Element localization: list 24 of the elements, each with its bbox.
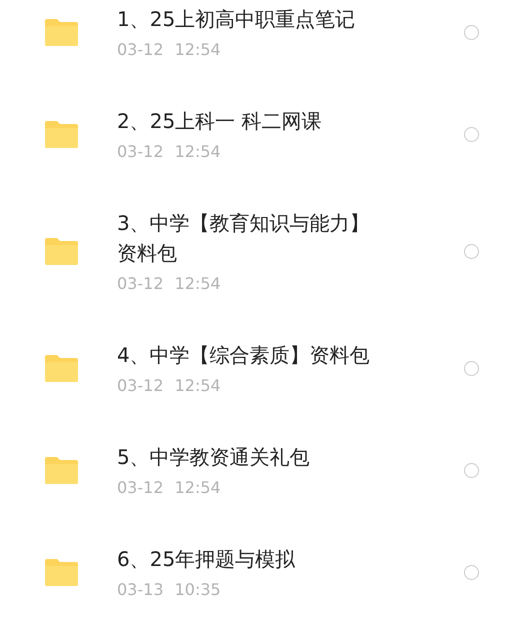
file-name: 4、中学【综合素质】资料包 bbox=[117, 342, 371, 369]
file-name: 1、25上初高中职重点笔记 bbox=[117, 6, 356, 33]
select-radio[interactable] bbox=[464, 462, 479, 478]
select-radio[interactable] bbox=[464, 126, 479, 142]
select-radio[interactable] bbox=[464, 24, 479, 40]
folder-icon bbox=[45, 18, 78, 46]
folder-icon bbox=[45, 456, 78, 484]
folder-icon bbox=[45, 354, 78, 382]
file-time: 03-12 12:54 bbox=[117, 40, 222, 60]
file-time: 03-12 12:54 bbox=[117, 142, 222, 162]
file-name: 3、中学【教育知识与能力】资料包 bbox=[117, 210, 371, 267]
file-name: 5、中学教资通关礼包 bbox=[117, 444, 311, 471]
file-name: 2、25上科一 科二网课 bbox=[117, 108, 323, 135]
select-radio[interactable] bbox=[464, 244, 479, 258]
select-radio[interactable] bbox=[464, 360, 479, 376]
file-name: 6、25年押题与模拟 bbox=[117, 546, 296, 573]
folder-icon bbox=[45, 120, 78, 148]
select-radio[interactable] bbox=[464, 564, 479, 580]
file-time: 03-12 12:54 bbox=[117, 274, 222, 294]
file-time: 03-12 12:54 bbox=[117, 478, 222, 498]
file-time: 03-12 12:54 bbox=[117, 376, 222, 396]
folder-icon bbox=[45, 238, 78, 264]
file-time: 03-13 10:35 bbox=[117, 580, 222, 600]
folder-icon bbox=[45, 558, 78, 586]
